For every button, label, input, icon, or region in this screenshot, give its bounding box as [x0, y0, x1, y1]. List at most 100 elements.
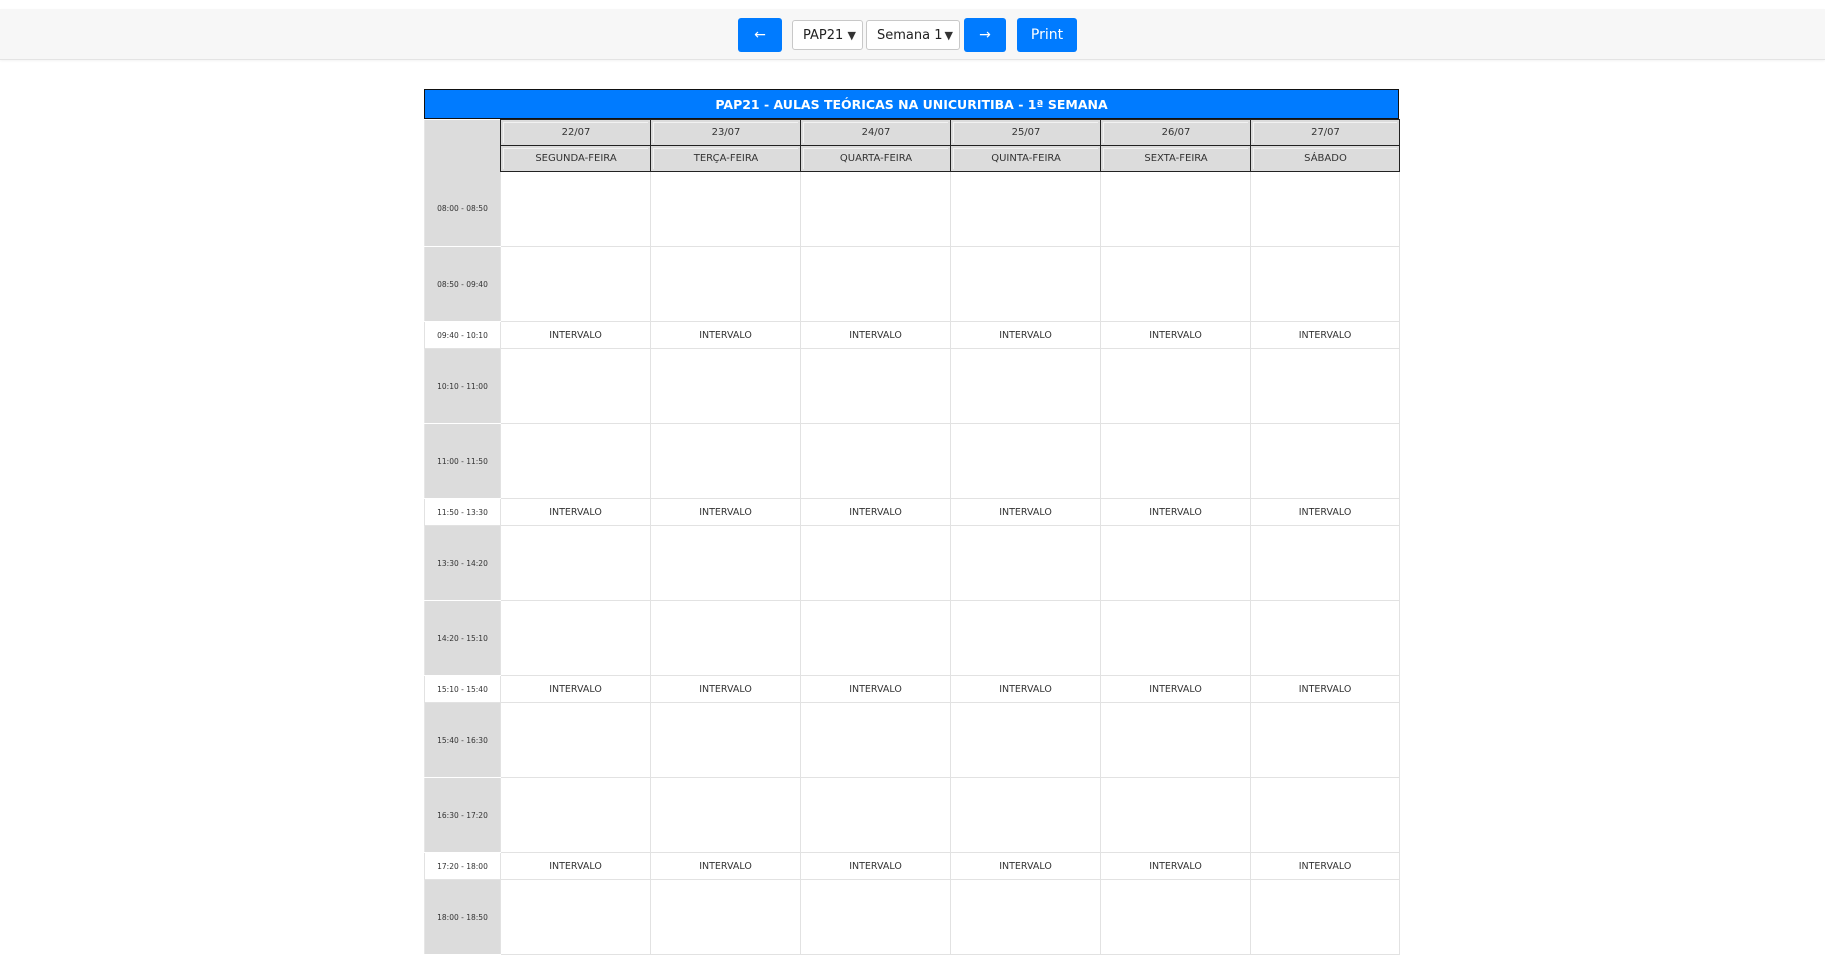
break-row: 11:50 - 13:30 INTERVALO INTERVALO INTERVALO… [424, 498, 1400, 526]
schedule-cell[interactable] [800, 702, 951, 778]
schedule-cell[interactable] [800, 246, 951, 322]
schedule-cell[interactable] [500, 423, 651, 499]
schedule-title: PAP21 - AULAS TEÓRICAS NA UNICURITIBA - … [424, 89, 1399, 119]
semana-select[interactable]: Semana 1 ▼ [866, 20, 960, 50]
schedule-cell[interactable] [650, 348, 801, 424]
break-cell: INTERVALO [1250, 675, 1400, 703]
schedule-cell[interactable] [500, 702, 651, 778]
schedule-cell[interactable] [1100, 879, 1251, 955]
time-label: 10:10 - 11:00 [424, 348, 501, 424]
schedule-cell[interactable] [950, 600, 1101, 676]
time-slot-row: 10:10 - 11:00 [424, 348, 1400, 424]
schedule-cell[interactable] [800, 525, 951, 601]
next-week-button[interactable]: → [964, 18, 1006, 52]
schedule-cell[interactable] [800, 348, 951, 424]
time-slot-row: 13:30 - 14:20 [424, 525, 1400, 601]
schedule-cell[interactable] [500, 246, 651, 322]
break-cell: INTERVALO [650, 321, 801, 349]
schedule-cell[interactable] [950, 777, 1101, 853]
schedule-cell[interactable] [1250, 600, 1400, 676]
break-cell: INTERVALO [950, 321, 1101, 349]
schedule-cell[interactable] [1100, 171, 1251, 247]
schedule-cell[interactable] [650, 777, 801, 853]
schedule-cell[interactable] [1100, 600, 1251, 676]
schedule-cell[interactable] [650, 246, 801, 322]
schedule-cell[interactable] [1250, 702, 1400, 778]
weekday-header: QUINTA-FEIRA [950, 145, 1101, 172]
schedule-cell[interactable] [1250, 879, 1400, 955]
schedule-cell[interactable] [800, 171, 951, 247]
weekday-header: SEGUNDA-FEIRA [500, 145, 651, 172]
break-cell: INTERVALO [500, 852, 651, 880]
schedule-cell[interactable] [800, 777, 951, 853]
schedule-cell[interactable] [800, 879, 951, 955]
chevron-down-icon: ▼ [944, 29, 953, 42]
schedule-cell[interactable] [950, 423, 1101, 499]
schedule-cell[interactable] [950, 246, 1101, 322]
schedule-cell[interactable] [650, 423, 801, 499]
schedule-cell[interactable] [1250, 423, 1400, 499]
schedule-cell[interactable] [1250, 777, 1400, 853]
chevron-down-icon: ▼ [847, 29, 856, 42]
break-cell: INTERVALO [650, 498, 801, 526]
time-slot-row: 18:00 - 18:50 [424, 879, 1400, 955]
schedule-cell[interactable] [650, 702, 801, 778]
schedule-cell[interactable] [1100, 246, 1251, 322]
time-label: 15:10 - 15:40 [424, 675, 501, 703]
time-label: 17:20 - 18:00 [424, 852, 501, 880]
date-header: 22/07 [500, 119, 651, 146]
schedule-cell[interactable] [950, 879, 1101, 955]
schedule-cell[interactable] [1250, 171, 1400, 247]
break-cell: INTERVALO [650, 852, 801, 880]
schedule-cell[interactable] [500, 600, 651, 676]
schedule-cell[interactable] [650, 879, 801, 955]
time-label: 08:00 - 08:50 [424, 171, 501, 247]
schedule-cell[interactable] [500, 348, 651, 424]
schedule-cell[interactable] [500, 525, 651, 601]
weekday-header: SEXTA-FEIRA [1100, 145, 1251, 172]
date-header: 25/07 [950, 119, 1101, 146]
toolbar: ← PAP21 ▼ Semana 1 ▼ → Print [0, 9, 1825, 60]
time-label: 11:50 - 13:30 [424, 498, 501, 526]
schedule-cell[interactable] [950, 702, 1101, 778]
schedule-cell[interactable] [500, 777, 651, 853]
schedule-cell[interactable] [1250, 525, 1400, 601]
break-cell: INTERVALO [800, 852, 951, 880]
schedule-cell[interactable] [650, 600, 801, 676]
schedule-cell[interactable] [650, 171, 801, 247]
break-cell: INTERVALO [800, 675, 951, 703]
schedule-cell[interactable] [650, 525, 801, 601]
time-label: 14:20 - 15:10 [424, 600, 501, 676]
schedule-cell[interactable] [950, 348, 1101, 424]
schedule-cell[interactable] [1100, 702, 1251, 778]
schedule-cell[interactable] [950, 171, 1101, 247]
break-cell: INTERVALO [1250, 498, 1400, 526]
schedule-cell[interactable] [800, 600, 951, 676]
time-label: 11:00 - 11:50 [424, 423, 501, 499]
break-cell: INTERVALO [950, 498, 1101, 526]
schedule-cell[interactable] [1250, 348, 1400, 424]
schedule-cell[interactable] [1250, 246, 1400, 322]
schedule-cell[interactable] [1100, 423, 1251, 499]
time-label: 16:30 - 17:20 [424, 777, 501, 853]
break-row: 17:20 - 18:00 INTERVALO INTERVALO INTERVALO… [424, 852, 1400, 880]
schedule-cell[interactable] [1100, 777, 1251, 853]
schedule-cell[interactable] [1100, 348, 1251, 424]
schedule-cell[interactable] [1100, 525, 1251, 601]
schedule-cell[interactable] [800, 423, 951, 499]
time-slot-row: 14:20 - 15:10 [424, 600, 1400, 676]
break-row: 15:10 - 15:40 INTERVALO INTERVALO INTERVALO… [424, 675, 1400, 703]
turma-select[interactable]: PAP21 ▼ [792, 20, 863, 50]
weekday-header: QUARTA-FEIRA [800, 145, 951, 172]
previous-week-button[interactable]: ← [738, 18, 782, 52]
time-label: 08:50 - 09:40 [424, 246, 501, 322]
schedule-grid: 22/07 23/07 24/07 25/07 26/07 27/07 SEGU… [424, 119, 1400, 955]
break-cell: INTERVALO [1100, 852, 1251, 880]
print-button[interactable]: Print [1017, 18, 1077, 52]
schedule-table-container: PAP21 - AULAS TEÓRICAS NA UNICURITIBA - … [424, 89, 1400, 955]
weekday-header: SÁBADO [1250, 145, 1400, 172]
schedule-cell[interactable] [950, 525, 1101, 601]
schedule-cell[interactable] [500, 171, 651, 247]
time-slot-row: 15:40 - 16:30 [424, 702, 1400, 778]
schedule-cell[interactable] [500, 879, 651, 955]
